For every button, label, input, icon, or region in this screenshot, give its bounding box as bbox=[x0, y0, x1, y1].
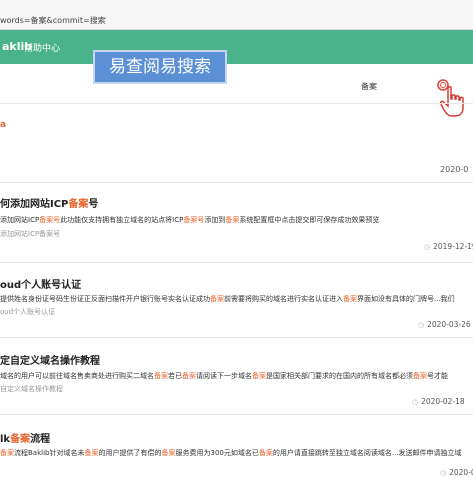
result-title[interactable]: lk备案流程 bbox=[0, 430, 50, 445]
result-snippet: 添加网站ICP备案号此功能仅支持拥有独立域名的站点将ICP备案号添加到备案系统配… bbox=[0, 216, 380, 224]
result-breadcrumb[interactable]: 添加网站ICP备案号 bbox=[0, 229, 60, 239]
result-snippet: 提供姓名身份证号码生份证正反面扫描件开户银行账号实名认证成功备案前需要将购买的域… bbox=[0, 295, 455, 303]
divider bbox=[0, 182, 473, 183]
result-title[interactable]: oud个人账号认证 bbox=[0, 276, 81, 291]
result-title[interactable]: 定自定义域名操作教程 bbox=[0, 352, 100, 367]
pointer-hand-icon bbox=[440, 86, 464, 117]
search-input[interactable]: 备案 bbox=[361, 81, 377, 92]
result-date: 2020-02-18 bbox=[412, 397, 465, 406]
result-title[interactable]: 何添加网站ICP备案号 bbox=[0, 195, 98, 210]
browser-address-bar[interactable]: words=备案&commit=搜索 bbox=[0, 0, 473, 30]
section-heading: a bbox=[0, 120, 7, 130]
result-date: 2019-12-19 bbox=[424, 242, 473, 251]
result-date: 2020-0 bbox=[440, 165, 469, 174]
result-breadcrumb[interactable]: 自定义域名操作教程 bbox=[0, 384, 63, 394]
help-center-link[interactable]: 帮助中心 bbox=[24, 41, 60, 54]
help-center-page: words=备案&commit=搜索 aklib 帮助中心 易查阅易搜索 备案 … bbox=[0, 0, 473, 477]
result-date: 2020-03-26 bbox=[418, 320, 471, 329]
divider bbox=[0, 414, 473, 415]
result-breadcrumb[interactable]: oud个人账号认证 bbox=[0, 307, 55, 317]
divider bbox=[0, 337, 473, 338]
site-header: aklib 帮助中心 bbox=[0, 30, 473, 64]
url-text[interactable]: words=备案&commit=搜索 bbox=[0, 15, 106, 26]
result-date: 2020-0 bbox=[440, 468, 473, 477]
feature-annotation-box: 易查阅易搜索 bbox=[93, 50, 227, 84]
divider bbox=[0, 103, 473, 104]
divider bbox=[0, 262, 473, 263]
result-snippet: 备案流程Baklib针对域名未备案的用户提供了有偿的备案服务费用为300元如域名… bbox=[0, 449, 462, 457]
result-snippet: 域名的用户可以前往域名售卖商处进行购买二域名备案若已备案请阅读下一步域名备案是国… bbox=[0, 372, 448, 380]
